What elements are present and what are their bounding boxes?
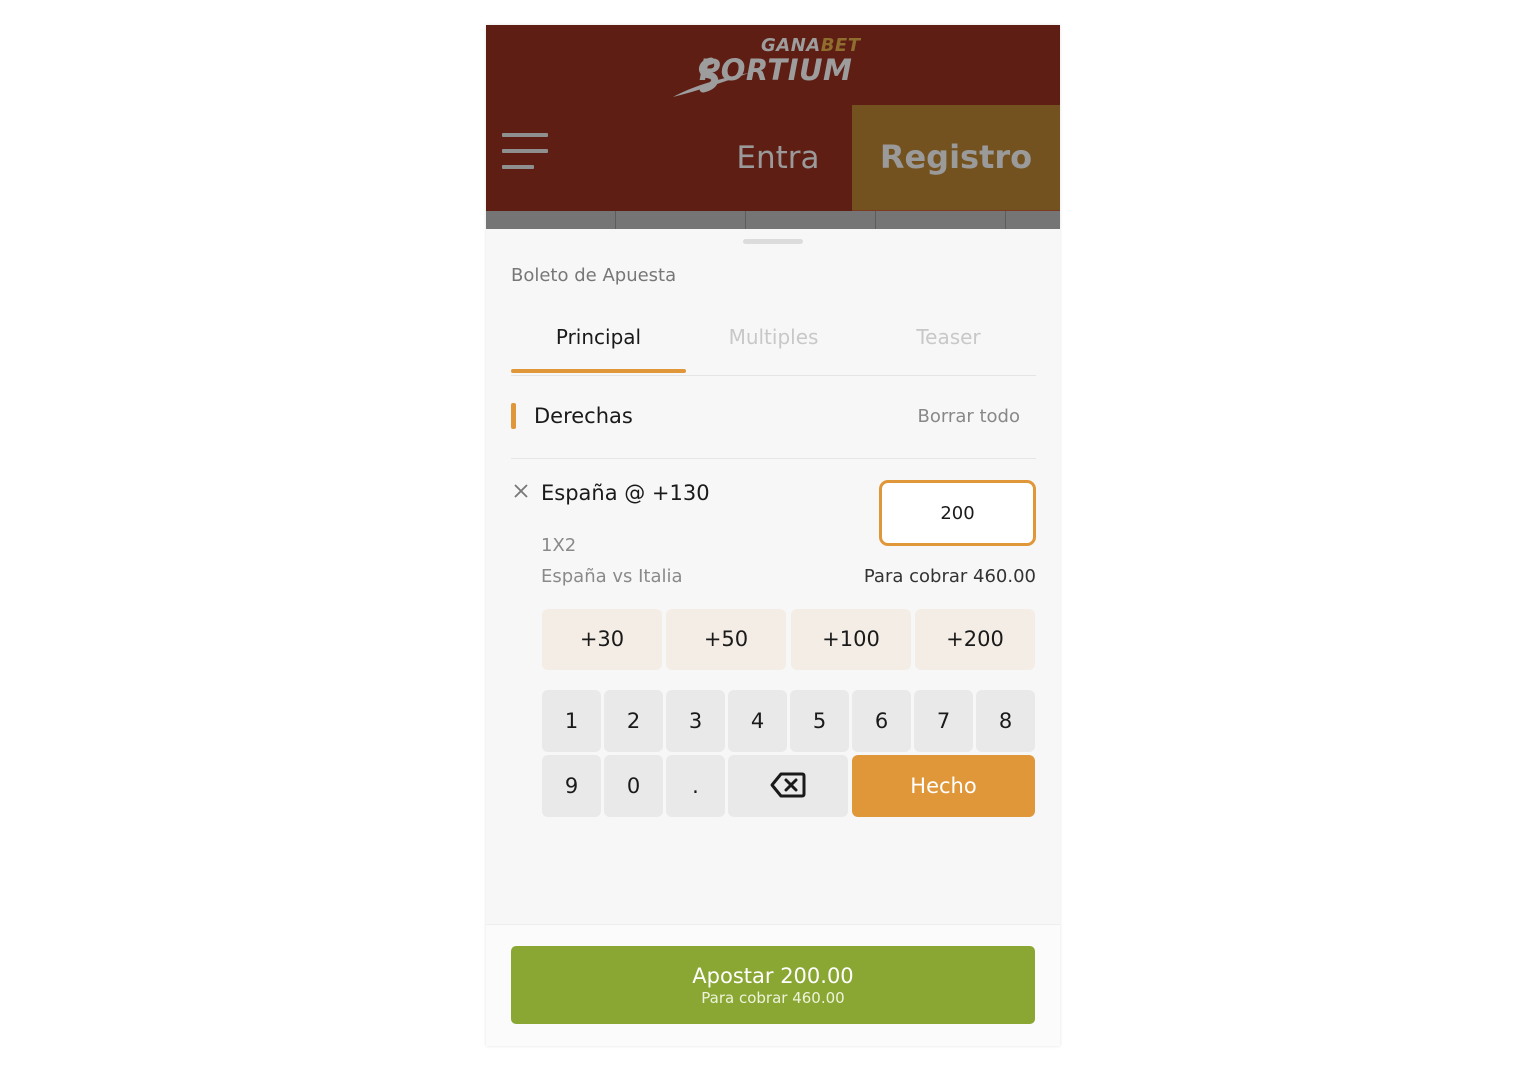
betslip-tabs: Principal Multiples Teaser: [511, 315, 1036, 376]
mobile-frame: GANABET PORTIUM Entra Registro Boleto de…: [486, 25, 1060, 1046]
keypad-key-5[interactable]: 5: [790, 690, 849, 752]
keypad-key-2[interactable]: 2: [604, 690, 663, 752]
keypad-key-7[interactable]: 7: [914, 690, 973, 752]
keypad-key-3[interactable]: 3: [666, 690, 725, 752]
quick-add-200[interactable]: +200: [915, 609, 1035, 670]
sports-nav-strip: [486, 211, 1060, 229]
keypad-key-0[interactable]: 0: [604, 755, 663, 817]
login-button[interactable]: Entra: [726, 105, 830, 211]
site-header: GANABET PORTIUM Entra Registro: [486, 25, 1060, 211]
section-accent-bar: [511, 403, 516, 429]
backspace-icon: [770, 772, 806, 798]
keypad-key-4[interactable]: 4: [728, 690, 787, 752]
sportium-logo[interactable]: GANABET PORTIUM: [671, 35, 876, 97]
section-header: Derechas Borrar todo: [511, 398, 1036, 459]
quick-add-50[interactable]: +50: [666, 609, 786, 670]
stake-input[interactable]: [879, 480, 1036, 546]
selection-label: España @ +130: [541, 481, 710, 505]
keypad-key-6[interactable]: 6: [852, 690, 911, 752]
keypad-key-decimal[interactable]: .: [666, 755, 725, 817]
betslip-footer: Apostar 200.00 Para cobrar 460.00: [486, 924, 1060, 1046]
quick-add-100[interactable]: +100: [791, 609, 911, 670]
clear-all-button[interactable]: Borrar todo: [917, 406, 1020, 427]
tab-principal[interactable]: Principal: [511, 315, 686, 373]
place-bet-label: Apostar 200.00: [692, 964, 854, 988]
sheet-drag-handle[interactable]: [743, 239, 803, 244]
keypad-key-9[interactable]: 9: [542, 755, 601, 817]
logo-sportium-text: PORTIUM: [699, 53, 853, 87]
event-label: España vs Italia: [541, 566, 683, 587]
betslip-title: Boleto de Apuesta: [511, 265, 677, 286]
keypad-backspace[interactable]: [728, 755, 848, 817]
register-button[interactable]: Registro: [852, 105, 1060, 211]
place-bet-button[interactable]: Apostar 200.00 Para cobrar 460.00: [511, 946, 1035, 1024]
quick-add-30[interactable]: +30: [542, 609, 662, 670]
menu-icon[interactable]: [502, 133, 548, 171]
keypad-key-8[interactable]: 8: [976, 690, 1035, 752]
market-label: 1X2: [541, 535, 577, 556]
section-title: Derechas: [534, 404, 633, 428]
keypad-done-button[interactable]: Hecho: [852, 755, 1035, 817]
keypad-key-1[interactable]: 1: [542, 690, 601, 752]
place-bet-payout: Para cobrar 460.00: [701, 989, 845, 1007]
to-win-text: Para cobrar 460.00: [863, 566, 1036, 587]
tab-teaser[interactable]: Teaser: [861, 315, 1036, 373]
remove-selection-icon[interactable]: [512, 482, 530, 500]
tab-multiples[interactable]: Multiples: [686, 315, 861, 373]
